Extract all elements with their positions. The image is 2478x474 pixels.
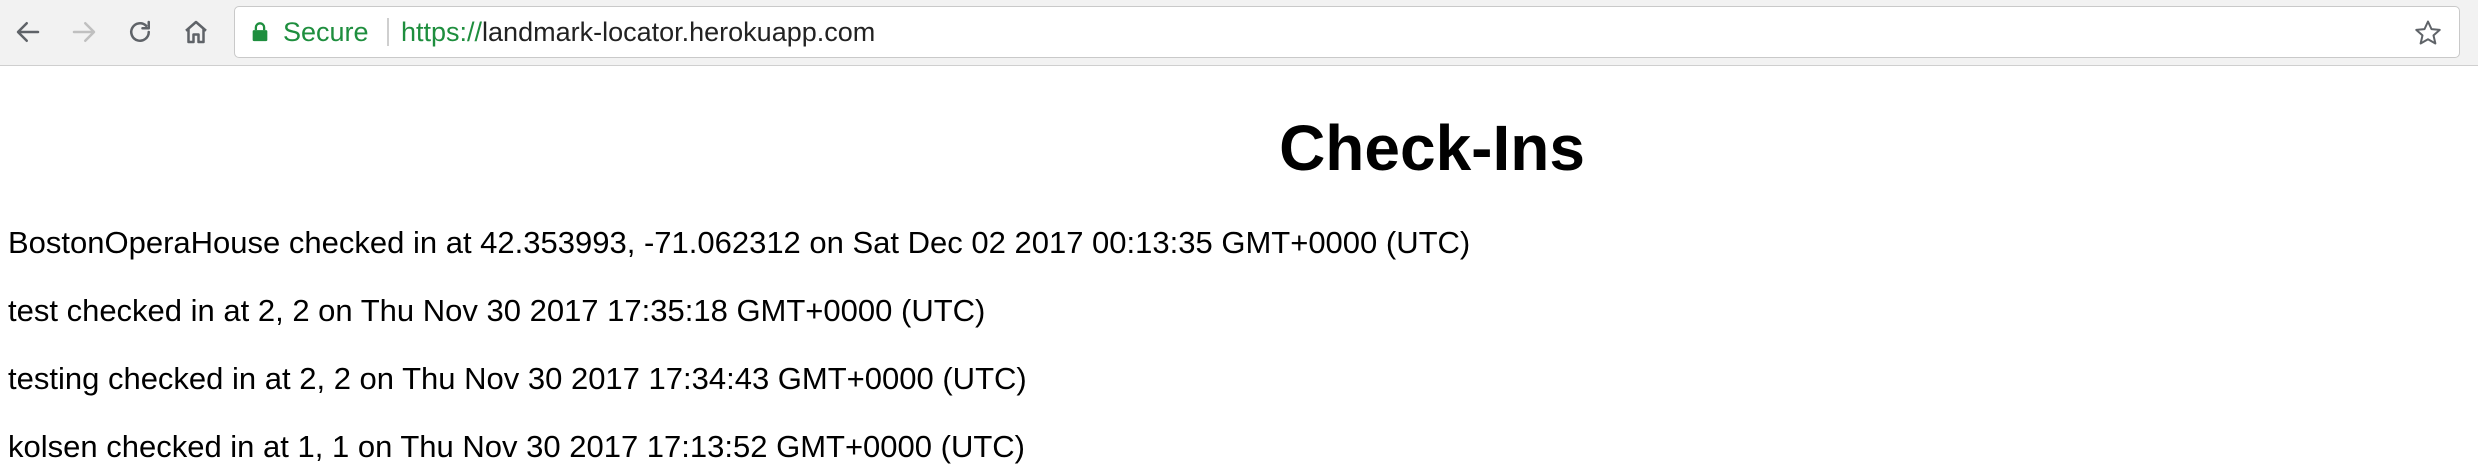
page-title: Check-Ins (1279, 112, 1585, 184)
home-button[interactable] (178, 14, 214, 50)
star-icon[interactable] (2413, 18, 2443, 48)
url-host: landmark-locator.herokuapp.com (482, 17, 876, 47)
home-icon (185, 20, 207, 44)
address-bar[interactable]: Secure https://landmark-locator.herokuap… (234, 6, 2460, 58)
omnibox-divider (387, 18, 389, 46)
reload-button[interactable] (122, 14, 158, 50)
url-scheme: https:// (401, 17, 483, 47)
lock-icon (252, 22, 268, 42)
reload-icon (130, 20, 150, 42)
checkin-item: BostonOperaHouse checked in at 42.353993… (8, 225, 1471, 260)
back-arrow-icon (16, 22, 40, 42)
checkin-item: testing checked in at 2, 2 on Thu Nov 30… (8, 361, 1027, 396)
browser-toolbar: Secure https://landmark-locator.herokuap… (0, 0, 2478, 66)
checkin-item: kolsen checked in at 1, 1 on Thu Nov 30 … (8, 429, 1025, 464)
url-text[interactable]: https://landmark-locator.herokuapp.com (401, 7, 875, 57)
forward-button[interactable] (66, 14, 102, 50)
checkin-item: test checked in at 2, 2 on Thu Nov 30 20… (8, 293, 986, 328)
back-button[interactable] (10, 14, 46, 50)
secure-label: Secure (283, 17, 369, 47)
forward-arrow-icon (72, 22, 96, 42)
